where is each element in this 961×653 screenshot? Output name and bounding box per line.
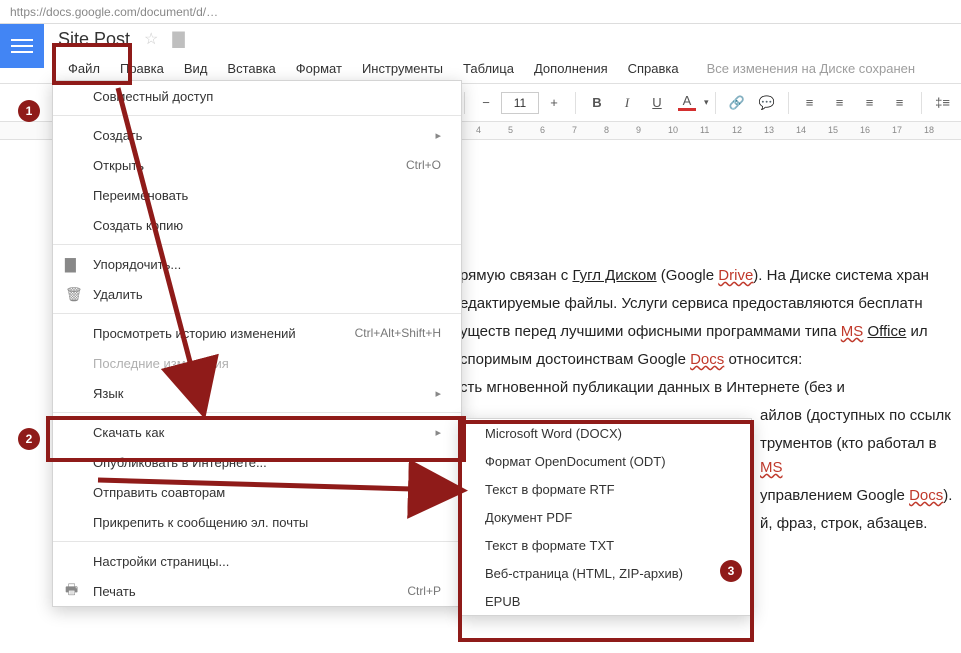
menu-addons[interactable]: Дополнения: [524, 61, 618, 76]
menu-view[interactable]: Вид: [174, 61, 218, 76]
menu-new[interactable]: Создать▸: [53, 120, 461, 150]
download-html[interactable]: Веб-страница (HTML, ZIP-архив): [461, 559, 751, 587]
menu-tools[interactable]: Инструменты: [352, 61, 453, 76]
align-center-button[interactable]: ≡: [825, 90, 855, 116]
menu-make-copy[interactable]: Создать копию: [53, 210, 461, 240]
align-justify-button[interactable]: ≡: [885, 90, 915, 116]
menu-share[interactable]: Совместный доступ: [53, 81, 461, 111]
star-icon[interactable]: ☆: [144, 29, 158, 49]
menu-email-collab[interactable]: Отправить соавторам: [53, 477, 461, 507]
menu-language[interactable]: Язык▸: [53, 378, 461, 408]
menu-format[interactable]: Формат: [286, 61, 352, 76]
underline-button[interactable]: U: [642, 90, 672, 116]
document-title[interactable]: Site Post: [58, 29, 130, 50]
line-spacing-button[interactable]: ‡≡: [928, 90, 958, 116]
menu-recent: Последние изменения: [53, 348, 461, 378]
menu-attach-email[interactable]: Прикрепить к сообщению эл. почты: [53, 507, 461, 537]
download-rtf[interactable]: Текст в формате RTF: [461, 475, 751, 503]
align-right-button[interactable]: ≡: [855, 90, 885, 116]
chevron-right-icon: ▸: [435, 387, 441, 400]
menu-page-setup[interactable]: Настройки страницы...: [53, 546, 461, 576]
chevron-down-icon[interactable]: ▾: [704, 97, 709, 108]
print-icon: 🖶: [65, 579, 78, 603]
download-epub[interactable]: EPUB: [461, 587, 751, 615]
url-bar: https://docs.google.com/document/d/…: [10, 5, 218, 19]
menu-open[interactable]: ОткрытьCtrl+O: [53, 150, 461, 180]
menu-edit[interactable]: Правка: [110, 61, 174, 76]
download-odt[interactable]: Формат OpenDocument (ODT): [461, 447, 751, 475]
menu-publish[interactable]: Опубликовать в Интернете...: [53, 447, 461, 477]
italic-button[interactable]: I: [612, 90, 642, 116]
menu-insert[interactable]: Вставка: [217, 61, 285, 76]
file-menu-dropdown: Совместный доступ Создать▸ ОткрытьCtrl+O…: [52, 80, 462, 607]
save-status: Все изменения на Диске сохранен: [707, 61, 915, 76]
menu-download-as[interactable]: Скачать как▸: [53, 417, 461, 447]
folder-icon: ▇: [65, 256, 76, 273]
menu-rename[interactable]: Переименовать: [53, 180, 461, 210]
menu-file[interactable]: Файл: [58, 61, 110, 76]
comment-button[interactable]: 💬: [752, 90, 782, 116]
download-txt[interactable]: Текст в формате TXT: [461, 531, 751, 559]
align-left-button[interactable]: ≡: [795, 90, 825, 116]
bold-button[interactable]: B: [582, 90, 612, 116]
menu-history[interactable]: Просмотреть историю измененийCtrl+Alt+Sh…: [53, 318, 461, 348]
download-submenu: Microsoft Word (DOCX) Формат OpenDocumen…: [460, 418, 752, 616]
menu-help[interactable]: Справка: [618, 61, 689, 76]
menu-print[interactable]: 🖶ПечатьCtrl+P: [53, 576, 461, 606]
font-size-input[interactable]: 11: [501, 92, 539, 114]
font-size-plus[interactable]: +: [539, 90, 569, 116]
annotation-badge-2: 2: [18, 428, 40, 450]
text-color-button[interactable]: A: [672, 90, 702, 116]
menu-delete[interactable]: 🗑Удалить: [53, 279, 461, 309]
folder-icon[interactable]: ▇: [172, 29, 184, 49]
docs-logo[interactable]: [0, 24, 44, 68]
trash-icon: 🗑: [65, 286, 83, 303]
download-pdf[interactable]: Документ PDF: [461, 503, 751, 531]
download-docx[interactable]: Microsoft Word (DOCX): [461, 419, 751, 447]
annotation-badge-1: 1: [18, 100, 40, 122]
link-button[interactable]: 🔗: [722, 90, 752, 116]
chevron-right-icon: ▸: [435, 426, 441, 439]
font-size-minus[interactable]: −: [471, 90, 501, 116]
menu-table[interactable]: Таблица: [453, 61, 524, 76]
annotation-badge-3: 3: [720, 560, 742, 582]
menu-organize[interactable]: ▇Упорядочить...: [53, 249, 461, 279]
chevron-right-icon: ▸: [435, 129, 441, 142]
